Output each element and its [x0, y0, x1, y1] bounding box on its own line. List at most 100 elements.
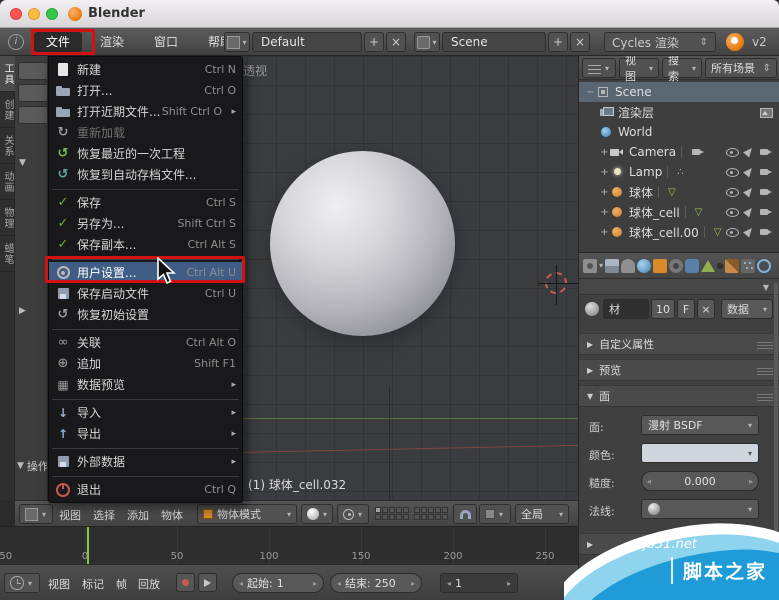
mode-dropdown[interactable]: 物体模式 ▾: [197, 504, 297, 524]
editor-type-dropdown[interactable]: ▾: [19, 504, 53, 524]
layers-grid-left[interactable]: [375, 507, 409, 520]
color-swatch[interactable]: ▾: [641, 443, 759, 463]
frame-start-field[interactable]: ◂ 起始: 1 ▸: [232, 573, 324, 593]
renderability-camera-icon[interactable]: [760, 206, 773, 218]
tab-modifiers-icon[interactable]: [685, 258, 700, 273]
visibility-eye-icon[interactable]: [726, 186, 739, 198]
tab-world-icon[interactable]: [637, 258, 652, 273]
menu-item-import[interactable]: 导入▸: [49, 402, 242, 423]
material-users-button[interactable]: 10: [651, 299, 675, 319]
data-dropdown[interactable]: 数据 ▾: [721, 299, 773, 319]
menu-item-quit[interactable]: 退出 Ctrl Q: [49, 479, 242, 500]
layers-grid-right[interactable]: [414, 507, 448, 520]
stepper-left-icon[interactable]: ◂: [447, 579, 451, 588]
menu-render[interactable]: 渲染: [88, 32, 136, 52]
tab-object-data-icon[interactable]: [701, 259, 716, 273]
renderability-camera-icon[interactable]: [760, 186, 773, 198]
visibility-eye-icon[interactable]: [726, 206, 739, 218]
tab-constraints-icon[interactable]: [669, 258, 684, 273]
selectability-cursor-icon[interactable]: [742, 206, 755, 218]
timeline-menu-view[interactable]: 视图: [48, 576, 70, 592]
menu-window[interactable]: 窗口: [142, 32, 190, 52]
expand-icon[interactable]: +: [599, 227, 610, 238]
selectability-cursor-icon[interactable]: [742, 146, 755, 158]
visibility-eye-icon[interactable]: [726, 166, 739, 178]
viewport-menu-add[interactable]: 添加: [127, 507, 149, 523]
panel-preview[interactable]: ▶ 预览: [579, 359, 779, 381]
tab-physics[interactable]: 物理: [0, 200, 15, 236]
minimize-window-button[interactable]: [28, 8, 40, 20]
viewport-shading-dropdown[interactable]: ▾: [301, 504, 333, 524]
menu-item-open-recent[interactable]: 打开近期文件... Shift Ctrl O ▸: [49, 101, 242, 122]
menu-item-append[interactable]: 追加Shift F1: [49, 353, 242, 374]
tool-button[interactable]: [18, 84, 47, 102]
panel-open-icon[interactable]: ▼: [19, 158, 26, 168]
expand-icon[interactable]: +: [599, 147, 610, 158]
menu-item-link[interactable]: 关联Ctrl Alt O: [49, 332, 242, 353]
expand-icon[interactable]: +: [599, 207, 610, 218]
selectability-cursor-icon[interactable]: [742, 166, 755, 178]
unlink-button[interactable]: ×: [697, 299, 715, 319]
material-name-field[interactable]: 材: [603, 299, 649, 319]
close-window-button[interactable]: [10, 8, 22, 20]
selectability-cursor-icon[interactable]: [742, 186, 755, 198]
menu-item-save-copy[interactable]: 保存副本...Ctrl Alt S: [49, 234, 242, 255]
layers-widget[interactable]: [375, 507, 448, 520]
outliner-row-lamp[interactable]: + Lamp ∴: [579, 162, 779, 182]
outliner-row-sphere[interactable]: + 球体 ▽: [579, 182, 779, 202]
tab-material-active[interactable]: [717, 262, 724, 269]
renderability-camera-icon[interactable]: [760, 226, 773, 238]
zoom-window-button[interactable]: [46, 8, 58, 20]
visibility-eye-icon[interactable]: [726, 226, 739, 238]
stepper-left-icon[interactable]: ◂: [647, 477, 651, 486]
tab-scene-icon[interactable]: [621, 258, 636, 273]
menu-item-export[interactable]: 导出▸: [49, 423, 242, 444]
remove-layout-button[interactable]: ×: [386, 32, 406, 52]
timeline-menu-playback[interactable]: 回放: [138, 576, 160, 592]
material-preview-icon[interactable]: [585, 302, 599, 316]
stepper-right-icon[interactable]: ▸: [313, 579, 317, 588]
timeline-menu-marker[interactable]: 标记: [82, 576, 104, 592]
outliner-display-filter-dropdown[interactable]: 所有场景 ⇕: [705, 58, 777, 78]
menu-item-recover-last-session[interactable]: 恢复最近的一次工程: [49, 143, 242, 164]
frame-end-field[interactable]: ◂ 结束: 250 ▸: [330, 573, 422, 593]
panel-surface[interactable]: ▼ 面: [579, 385, 779, 407]
surface-shader-dropdown[interactable]: 漫射 BSDF ▾: [641, 415, 759, 435]
tab-particles-icon[interactable]: [741, 258, 756, 273]
panel-grip-icon[interactable]: [757, 367, 773, 375]
current-frame-field[interactable]: ◂ 1 ▸: [440, 573, 518, 593]
renderability-camera-icon[interactable]: [760, 166, 773, 178]
menu-item-save-as[interactable]: 另存为...Shift Ctrl S: [49, 213, 242, 234]
outliner-row-camera[interactable]: + Camera: [579, 142, 779, 162]
timeline-menu-frame[interactable]: 帧: [116, 576, 127, 592]
panel-closed-icon[interactable]: ▶: [19, 306, 26, 316]
tab-grease-pencil[interactable]: 蜡笔: [0, 236, 15, 272]
timeline-editor-type-dropdown[interactable]: ▾: [4, 573, 40, 593]
outliner-row-sphere-cell-00[interactable]: + 球体_cell.00 ▽: [579, 222, 779, 242]
properties-collapse-bar[interactable]: ▼: [579, 279, 779, 295]
menu-item-recover-autosave[interactable]: 恢复到自动存档文件...: [49, 164, 242, 185]
tab-animation[interactable]: 动画: [0, 164, 15, 200]
roughness-slider[interactable]: ◂ 0.000 ▸: [641, 471, 759, 491]
menu-item-save-startup-file[interactable]: 保存启动文件 Ctrl U: [49, 283, 242, 304]
stepper-right-icon[interactable]: ▸: [507, 579, 511, 588]
stepper-left-icon[interactable]: ◂: [239, 579, 243, 588]
outliner-row-scene[interactable]: − Scene: [579, 82, 779, 102]
remove-scene-button[interactable]: ×: [570, 32, 590, 52]
info-icon[interactable]: i: [8, 34, 24, 50]
screen-layout-name-field[interactable]: Default: [252, 32, 362, 52]
outliner-row-sphere-cell[interactable]: + 球体_cell ▽: [579, 202, 779, 222]
stepper-left-icon[interactable]: ◂: [337, 579, 341, 588]
tab-create[interactable]: 创建: [0, 92, 15, 128]
outliner-search-menu[interactable]: 搜索 ▾: [662, 54, 702, 83]
stepper-right-icon[interactable]: ▸: [411, 579, 415, 588]
viewport-menu-view[interactable]: 视图: [59, 507, 81, 523]
menu-item-load-factory-settings[interactable]: 恢复初始设置: [49, 304, 242, 325]
menu-item-revert[interactable]: 重新加载: [49, 122, 242, 143]
fake-user-button[interactable]: F: [677, 299, 695, 319]
transform-orientation-dropdown[interactable]: 全局 ▾: [515, 504, 569, 524]
play-button[interactable]: [198, 573, 217, 592]
snap-toggle-button[interactable]: [453, 504, 477, 524]
outliner-row-render-layers[interactable]: 渲染层: [579, 102, 779, 122]
outliner-view-menu[interactable]: 视图 ▾: [619, 54, 659, 83]
